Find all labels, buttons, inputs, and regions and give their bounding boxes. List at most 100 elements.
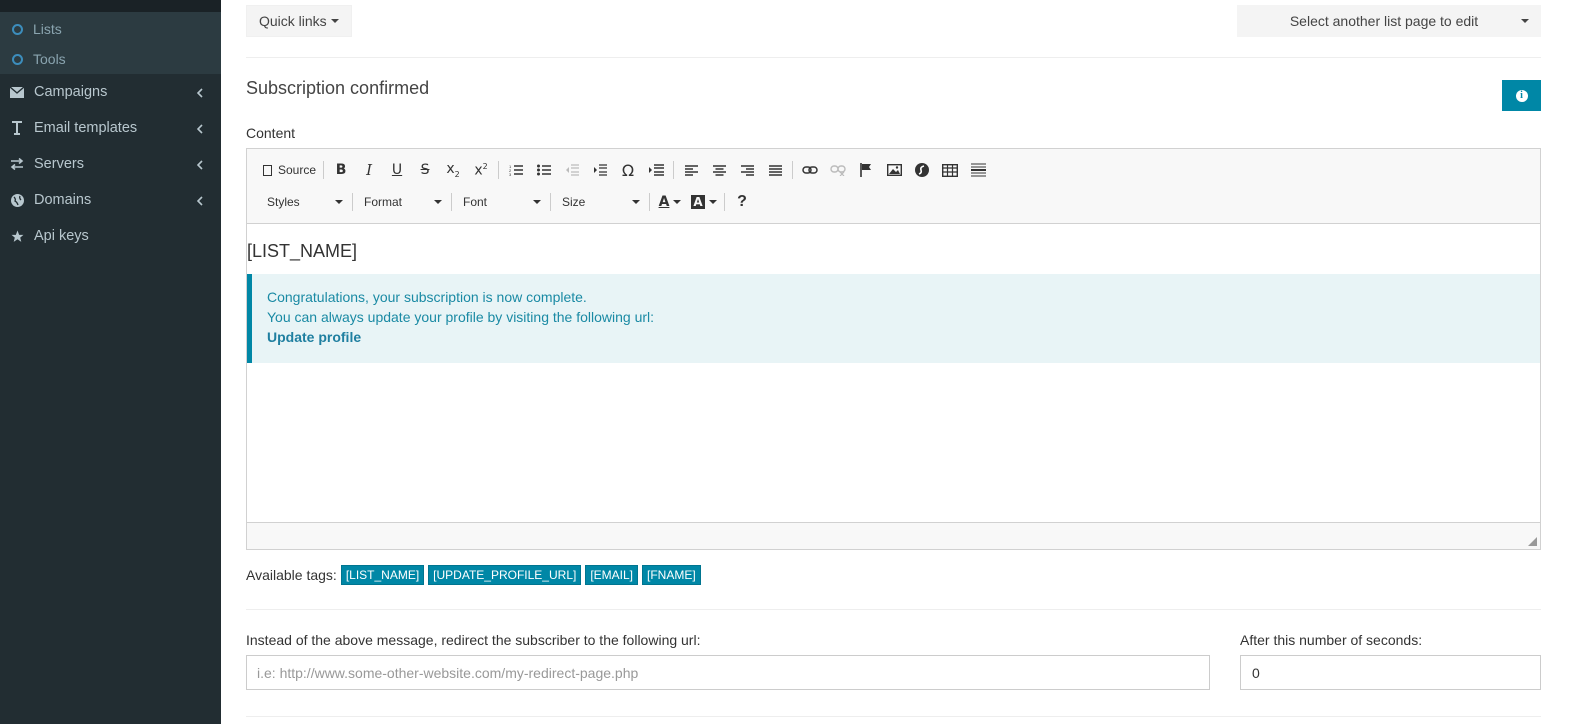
text-color-button[interactable]: A <box>653 191 687 213</box>
bulleted-list-button[interactable] <box>530 159 558 181</box>
align-center-icon <box>712 164 726 176</box>
help-button[interactable]: ? <box>728 191 756 213</box>
update-profile-link[interactable]: Update profile <box>267 327 1540 347</box>
underline-button[interactable]: U <box>383 159 411 181</box>
table-button[interactable] <box>936 159 964 181</box>
align-right-icon <box>740 164 754 176</box>
sidebar-item-email-templates[interactable]: Email templates <box>0 110 221 146</box>
italic-button[interactable]: I <box>355 159 383 181</box>
special-char-button[interactable]: Ω <box>614 159 642 181</box>
background-color-button[interactable]: A <box>687 191 721 213</box>
chevron-left-icon <box>196 86 203 102</box>
superscript-icon: x2 <box>474 161 488 179</box>
sidebar-subitem-lists[interactable]: Lists <box>0 14 221 44</box>
divider <box>246 716 1541 717</box>
envelope-icon <box>10 85 24 99</box>
sidebar-item-label: Api keys <box>34 228 89 244</box>
outdent-button[interactable] <box>558 159 586 181</box>
available-tags-label: Available tags: <box>246 567 337 583</box>
source-button[interactable]: Source <box>259 159 320 181</box>
flag-icon <box>860 163 872 177</box>
horizontal-rule-button[interactable] <box>964 159 992 181</box>
blockquote-icon <box>649 164 665 176</box>
align-right-button[interactable] <box>733 159 761 181</box>
blockquote-button[interactable] <box>642 159 670 181</box>
chevron-left-icon <box>196 122 203 138</box>
unlink-button[interactable] <box>824 159 852 181</box>
format-dropdown[interactable]: Format <box>356 191 448 213</box>
tag-update-profile-url[interactable]: [UPDATE_PROFILE_URL] <box>428 565 582 585</box>
align-center-button[interactable] <box>705 159 733 181</box>
flash-icon <box>915 163 930 177</box>
link-button[interactable] <box>796 159 824 181</box>
strikethrough-button[interactable]: S <box>411 159 439 181</box>
size-label: Size <box>562 195 586 209</box>
toolbar-row-1: Source B I U S x2 x2 123 Ω <box>259 159 992 181</box>
flash-button[interactable] <box>908 159 936 181</box>
toolbar-separator <box>792 161 794 179</box>
quick-links-button[interactable]: Quick links <box>246 5 352 37</box>
sidebar-item-servers[interactable]: Servers <box>0 146 221 182</box>
indent-button[interactable] <box>586 159 614 181</box>
align-left-button[interactable] <box>677 159 705 181</box>
seconds-label: After this number of seconds: <box>1240 632 1423 648</box>
sidebar-item-domains[interactable]: Domains <box>0 182 221 218</box>
sidebar-subitem-tools[interactable]: Tools <box>0 44 221 74</box>
superscript-button[interactable]: x2 <box>467 159 495 181</box>
font-dropdown[interactable]: Font <box>455 191 547 213</box>
anchor-button[interactable] <box>852 159 880 181</box>
toolbar-separator <box>550 193 551 211</box>
star-icon <box>10 229 24 243</box>
sidebar-item-label: Campaigns <box>34 84 108 100</box>
horizontal-rule-icon <box>970 163 986 177</box>
indent-icon <box>594 164 608 176</box>
caret-down-icon <box>1521 19 1529 23</box>
bulleted-list-icon <box>537 164 552 176</box>
caret-down-icon <box>335 200 343 204</box>
sidebar-top <box>0 0 221 12</box>
sidebar-item-api-keys[interactable]: Api keys <box>0 218 221 254</box>
editor-content-area[interactable]: [LIST_NAME] Congratulations, your subscr… <box>247 224 1540 522</box>
size-dropdown[interactable]: Size <box>554 191 646 213</box>
subscript-button[interactable]: x2 <box>439 159 467 181</box>
content-label: Content <box>246 125 296 141</box>
help-icon: ? <box>737 193 747 210</box>
bold-button[interactable]: B <box>327 159 355 181</box>
caret-down-icon <box>673 200 682 204</box>
background-color-icon: A <box>691 195 705 209</box>
caret-down-icon <box>434 200 442 204</box>
toolbar-separator <box>724 193 725 211</box>
resize-grip-icon[interactable] <box>1528 537 1537 546</box>
text-icon <box>10 121 24 135</box>
main-content: Quick links Select another list page to … <box>221 0 1577 724</box>
globe-icon <box>10 193 24 207</box>
info-button[interactable]: i <box>1502 80 1541 111</box>
tag-list-name[interactable]: [LIST_NAME] <box>340 565 425 585</box>
toolbar-separator <box>323 161 325 179</box>
align-left-icon <box>684 164 698 176</box>
sidebar-subitem-label: Lists <box>33 21 62 37</box>
source-label: Source <box>278 163 317 177</box>
tag-email[interactable]: [EMAIL] <box>585 565 639 585</box>
document-icon <box>263 164 272 176</box>
toolbar-row-2: Styles Format Font Size A A ? <box>259 191 756 213</box>
styles-dropdown[interactable]: Styles <box>259 191 349 213</box>
justify-button[interactable] <box>761 159 789 181</box>
toolbar-separator <box>451 193 452 211</box>
caret-down-icon <box>708 200 717 204</box>
numbered-list-button[interactable]: 123 <box>502 159 530 181</box>
image-button[interactable] <box>880 159 908 181</box>
sidebar-item-campaigns[interactable]: Campaigns <box>0 74 221 110</box>
justify-icon <box>768 164 782 176</box>
rich-text-editor: Source B I U S x2 x2 123 Ω Styles Format… <box>246 148 1541 550</box>
sidebar-item-label: Domains <box>34 192 92 208</box>
page-title: Subscription confirmed <box>246 78 430 98</box>
select-list-page-dropdown[interactable]: Select another list page to edit <box>1237 5 1541 37</box>
redirect-url-input[interactable] <box>246 655 1210 690</box>
seconds-input[interactable] <box>1240 655 1541 690</box>
tag-fname[interactable]: [FNAME] <box>642 565 701 585</box>
styles-label: Styles <box>267 195 300 209</box>
chevron-left-icon <box>196 194 203 210</box>
font-label: Font <box>463 195 488 209</box>
callout-line-1: Congratulations, your subscription is no… <box>267 289 587 305</box>
